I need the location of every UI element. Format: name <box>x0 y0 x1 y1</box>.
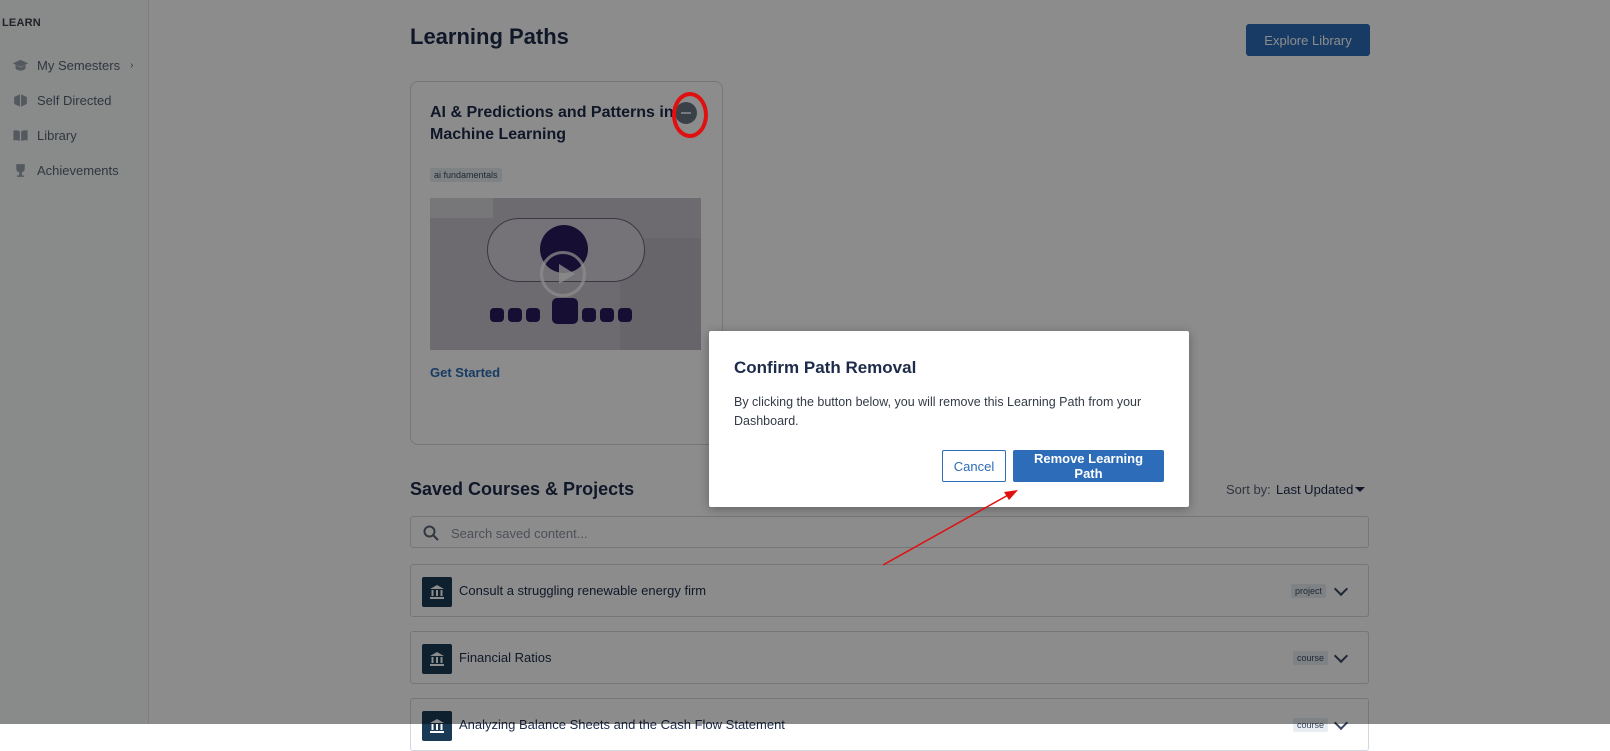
dialog-message: By clicking the button below, you will r… <box>734 395 1142 428</box>
cancel-button[interactable]: Cancel <box>942 450 1006 482</box>
confirm-removal-dialog: Confirm Path Removal By clicking the but… <box>709 331 1189 507</box>
dialog-title: Confirm Path Removal <box>734 358 917 377</box>
annotation-circle <box>672 92 708 138</box>
remove-learning-path-button[interactable]: Remove Learning Path <box>1013 450 1164 482</box>
